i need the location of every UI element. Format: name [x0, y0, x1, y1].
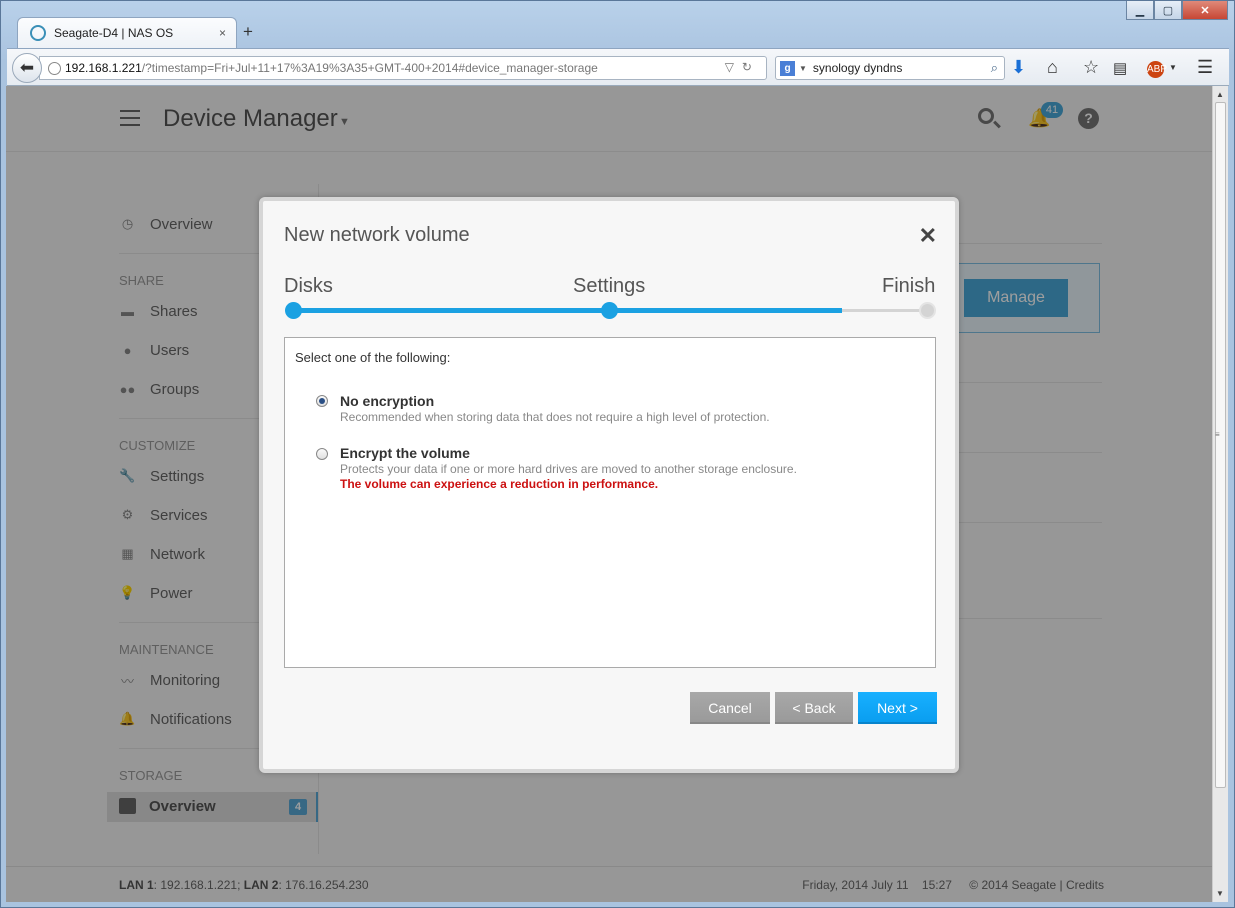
tab-title: Seagate-D4 | NAS OS [54, 26, 174, 40]
step-disks: Disks [284, 275, 333, 297]
tab-close-icon[interactable]: × [219, 26, 226, 40]
option-title[interactable]: No encryption [340, 393, 434, 409]
step-dot-settings [601, 302, 618, 319]
no-encryption-radio[interactable] [316, 395, 328, 407]
step-dot-disks [285, 302, 302, 319]
close-window-button[interactable]: ✕ [1182, 1, 1228, 20]
url-host: 192.168.1.221 [65, 61, 142, 75]
progress-fill [294, 308, 842, 313]
bookmarks-icon[interactable]: ▤ [1113, 59, 1127, 77]
search-text: synology dyndns [812, 61, 903, 75]
search-bar[interactable]: g ▼ synology dyndns ⌕ [775, 56, 1005, 80]
step-finish: Finish [882, 275, 936, 297]
grip-icon: ≡ [1215, 430, 1220, 439]
browser-toolbar: 192.168.1.221 /?timestamp=Fri+Jul+11+17%… [7, 48, 1229, 86]
back-button[interactable]: < Back [775, 692, 853, 724]
browser-tab[interactable]: Seagate-D4 | NAS OS × [17, 17, 237, 48]
url-bar[interactable]: 192.168.1.221 /?timestamp=Fri+Jul+11+17%… [39, 56, 767, 80]
window-controls: ▁ ▢ ✕ [1126, 1, 1228, 20]
scroll-thumb[interactable] [1215, 102, 1226, 788]
download-icon[interactable]: ⬇ [1011, 57, 1026, 78]
step-dot-finish [919, 302, 936, 319]
back-arrow-icon[interactable]: ⬅ [12, 53, 42, 83]
scroll-down-arrow-icon[interactable]: ▼ [1216, 889, 1224, 898]
new-tab-button[interactable]: + [243, 22, 253, 42]
reload-icon[interactable]: ▽↻ [725, 60, 760, 74]
google-icon: g [780, 60, 795, 76]
adblock-icon[interactable]: ABP [1147, 61, 1167, 78]
globe-icon [48, 61, 61, 75]
close-icon[interactable]: ✕ [919, 223, 937, 249]
options-prompt: Select one of the following: [295, 350, 451, 365]
dialog-title: New network volume [284, 224, 470, 246]
page-content: Device Manager ▼ 🔔 41 ? ◷ Overview SHARE… [6, 86, 1212, 902]
search-icon[interactable]: ⌕ [991, 60, 998, 76]
option-warning: The volume can experience a reduction in… [340, 477, 659, 491]
option-description: Recommended when storing data that does … [340, 410, 770, 424]
next-button[interactable]: Next > [858, 692, 937, 724]
page-scrollbar[interactable]: ▲ ≡ ▼ [1212, 86, 1228, 902]
scroll-up-arrow-icon[interactable]: ▲ [1216, 90, 1224, 99]
maximize-button[interactable]: ▢ [1154, 1, 1182, 20]
seagate-favicon-icon [30, 25, 46, 41]
encrypt-volume-radio[interactable] [316, 448, 328, 460]
options-box: Select one of the following: No encrypti… [284, 337, 936, 668]
option-title[interactable]: Encrypt the volume [340, 445, 470, 461]
menu-icon[interactable]: ☰ [1197, 57, 1213, 78]
home-icon[interactable]: ⌂ [1047, 57, 1058, 78]
option-description: Protects your data if one or more hard d… [340, 462, 797, 476]
new-volume-dialog: New network volume ✕ Disks Settings Fini… [259, 197, 959, 773]
star-icon[interactable]: ☆ [1083, 57, 1099, 78]
minimize-button[interactable]: ▁ [1126, 1, 1154, 20]
chevron-down-icon[interactable]: ▼ [1169, 63, 1177, 72]
cancel-button[interactable]: Cancel [690, 692, 770, 724]
chevron-down-icon[interactable]: ▼ [799, 64, 807, 73]
step-settings: Settings [573, 275, 646, 297]
url-path: /?timestamp=Fri+Jul+11+17%3A19%3A35+GMT-… [141, 61, 598, 75]
